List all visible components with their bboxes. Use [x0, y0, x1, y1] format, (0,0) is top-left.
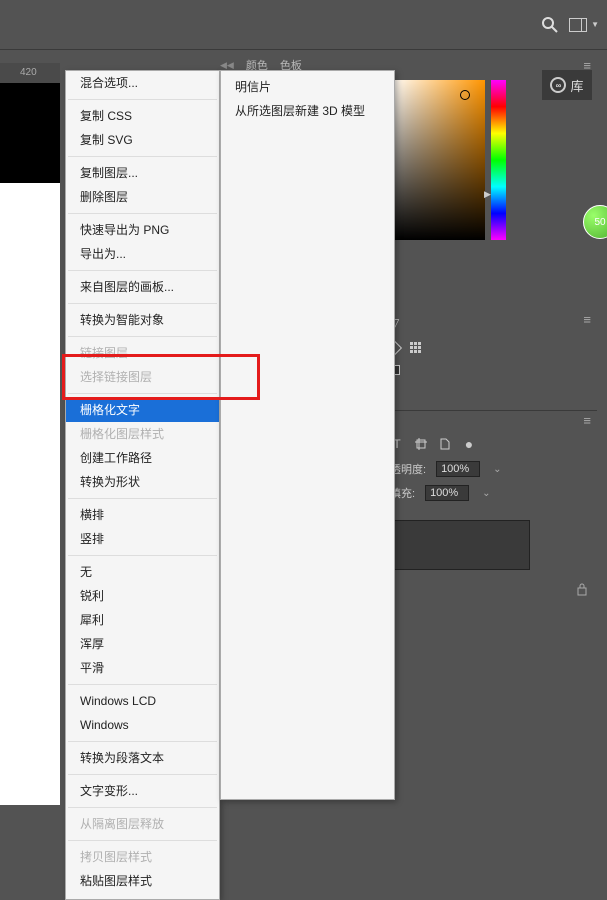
- color-sample-marker[interactable]: [460, 90, 470, 100]
- menu-item[interactable]: 横排: [66, 503, 219, 527]
- menu-separator: [68, 741, 217, 742]
- menu-separator: [68, 303, 217, 304]
- menu-item: 选择链接图层: [66, 365, 219, 389]
- panel-collapse-icon[interactable]: ◀◀: [220, 60, 234, 71]
- menu-item[interactable]: 创建工作路径: [66, 446, 219, 470]
- hue-slider[interactable]: ▶: [491, 80, 506, 240]
- menu-separator: [68, 684, 217, 685]
- properties-panel-1: ▽ ≡: [380, 310, 597, 400]
- opacity-dropdown[interactable]: ⌄: [490, 463, 504, 476]
- ruler: 420: [0, 63, 60, 83]
- green-button-label: 50: [594, 217, 605, 228]
- menu-item: 从隔离图层释放: [66, 812, 219, 836]
- menu-item: 拷贝图层样式: [66, 845, 219, 869]
- fill-dropdown[interactable]: ⌄: [479, 487, 493, 500]
- top-toolbar: ▼: [0, 0, 607, 50]
- menu-item[interactable]: Windows LCD: [66, 689, 219, 713]
- layer-context-submenu: 明信片从所选图层新建 3D 模型: [220, 70, 395, 800]
- menu-separator: [68, 774, 217, 775]
- menu-separator: [68, 336, 217, 337]
- menu-item[interactable]: 平滑: [66, 656, 219, 680]
- menu-item: 链接图层: [66, 341, 219, 365]
- menu-item[interactable]: 竖排: [66, 527, 219, 551]
- menu-item[interactable]: 复制图层...: [66, 161, 219, 185]
- menu-item[interactable]: 导出为...: [66, 242, 219, 266]
- menu-item[interactable]: 犀利: [66, 608, 219, 632]
- green-round-button[interactable]: 50: [583, 205, 607, 239]
- lock-icon[interactable]: [576, 582, 588, 596]
- menu-separator: [68, 156, 217, 157]
- grid-icon[interactable]: [410, 342, 421, 353]
- menu-item[interactable]: 转换为形状: [66, 470, 219, 494]
- crop-icon[interactable]: [414, 437, 428, 451]
- properties-panel-2: ≡ T ● 透明度: 100% ⌄ 填充: 100% ⌄: [380, 410, 597, 510]
- opacity-label: 透明度:: [390, 461, 426, 477]
- canvas-white-area: [0, 183, 60, 805]
- layer-lock-row: [380, 578, 592, 600]
- menu-separator: [68, 270, 217, 271]
- color-picker-panel: ▶: [390, 80, 535, 260]
- document-icon[interactable]: [438, 437, 452, 451]
- chevron-down-icon[interactable]: ▼: [591, 20, 599, 29]
- color-gradient-field[interactable]: [390, 80, 485, 240]
- menu-item[interactable]: 来自图层的画板...: [66, 275, 219, 299]
- panel-menu-icon[interactable]: ≡: [583, 312, 591, 327]
- menu-separator: [68, 555, 217, 556]
- layer-context-menu: 混合选项... 复制 CSS复制 SVG 复制图层...删除图层快速导出为 PNG导…: [65, 70, 220, 900]
- menu-separator: [68, 393, 217, 394]
- search-icon[interactable]: [541, 16, 559, 34]
- layer-thumbnail-box[interactable]: [380, 520, 530, 570]
- fill-input[interactable]: 100%: [425, 485, 469, 501]
- library-button[interactable]: ∞ 库: [542, 70, 592, 100]
- menu-item[interactable]: 混合选项...: [66, 71, 219, 95]
- opacity-input[interactable]: 100%: [436, 461, 480, 477]
- menu-item[interactable]: 文字变形...: [66, 779, 219, 803]
- menu-item[interactable]: 复制 CSS: [66, 104, 219, 128]
- menu-item[interactable]: 粘贴图层样式: [66, 869, 219, 893]
- menu-item[interactable]: 栅格化文字: [66, 398, 219, 422]
- canvas-dark-area: [0, 83, 60, 183]
- menu-separator: [68, 498, 217, 499]
- library-label: 库: [570, 76, 583, 95]
- menu-item[interactable]: 锐利: [66, 584, 219, 608]
- submenu-item[interactable]: 从所选图层新建 3D 模型: [221, 99, 394, 123]
- menu-item[interactable]: Windows: [66, 713, 219, 737]
- dot-icon[interactable]: ●: [462, 437, 476, 451]
- menu-separator: [68, 840, 217, 841]
- panel-layout-icon[interactable]: [569, 18, 587, 32]
- menu-item[interactable]: 删除图层: [66, 185, 219, 209]
- menu-item[interactable]: 转换为智能对象: [66, 308, 219, 332]
- panel-menu-icon[interactable]: ≡: [583, 413, 591, 428]
- submenu-item[interactable]: 明信片: [221, 75, 394, 99]
- menu-item[interactable]: 转换为段落文本: [66, 746, 219, 770]
- cc-icon: ∞: [550, 77, 566, 93]
- hue-marker[interactable]: ▶: [484, 189, 491, 200]
- menu-item[interactable]: 浑厚: [66, 632, 219, 656]
- menu-separator: [68, 213, 217, 214]
- menu-item[interactable]: 快速导出为 PNG: [66, 218, 219, 242]
- menu-separator: [68, 807, 217, 808]
- menu-item[interactable]: 复制 SVG: [66, 128, 219, 152]
- menu-item: 栅格化图层样式: [66, 422, 219, 446]
- menu-item[interactable]: 无: [66, 560, 219, 584]
- menu-separator: [68, 99, 217, 100]
